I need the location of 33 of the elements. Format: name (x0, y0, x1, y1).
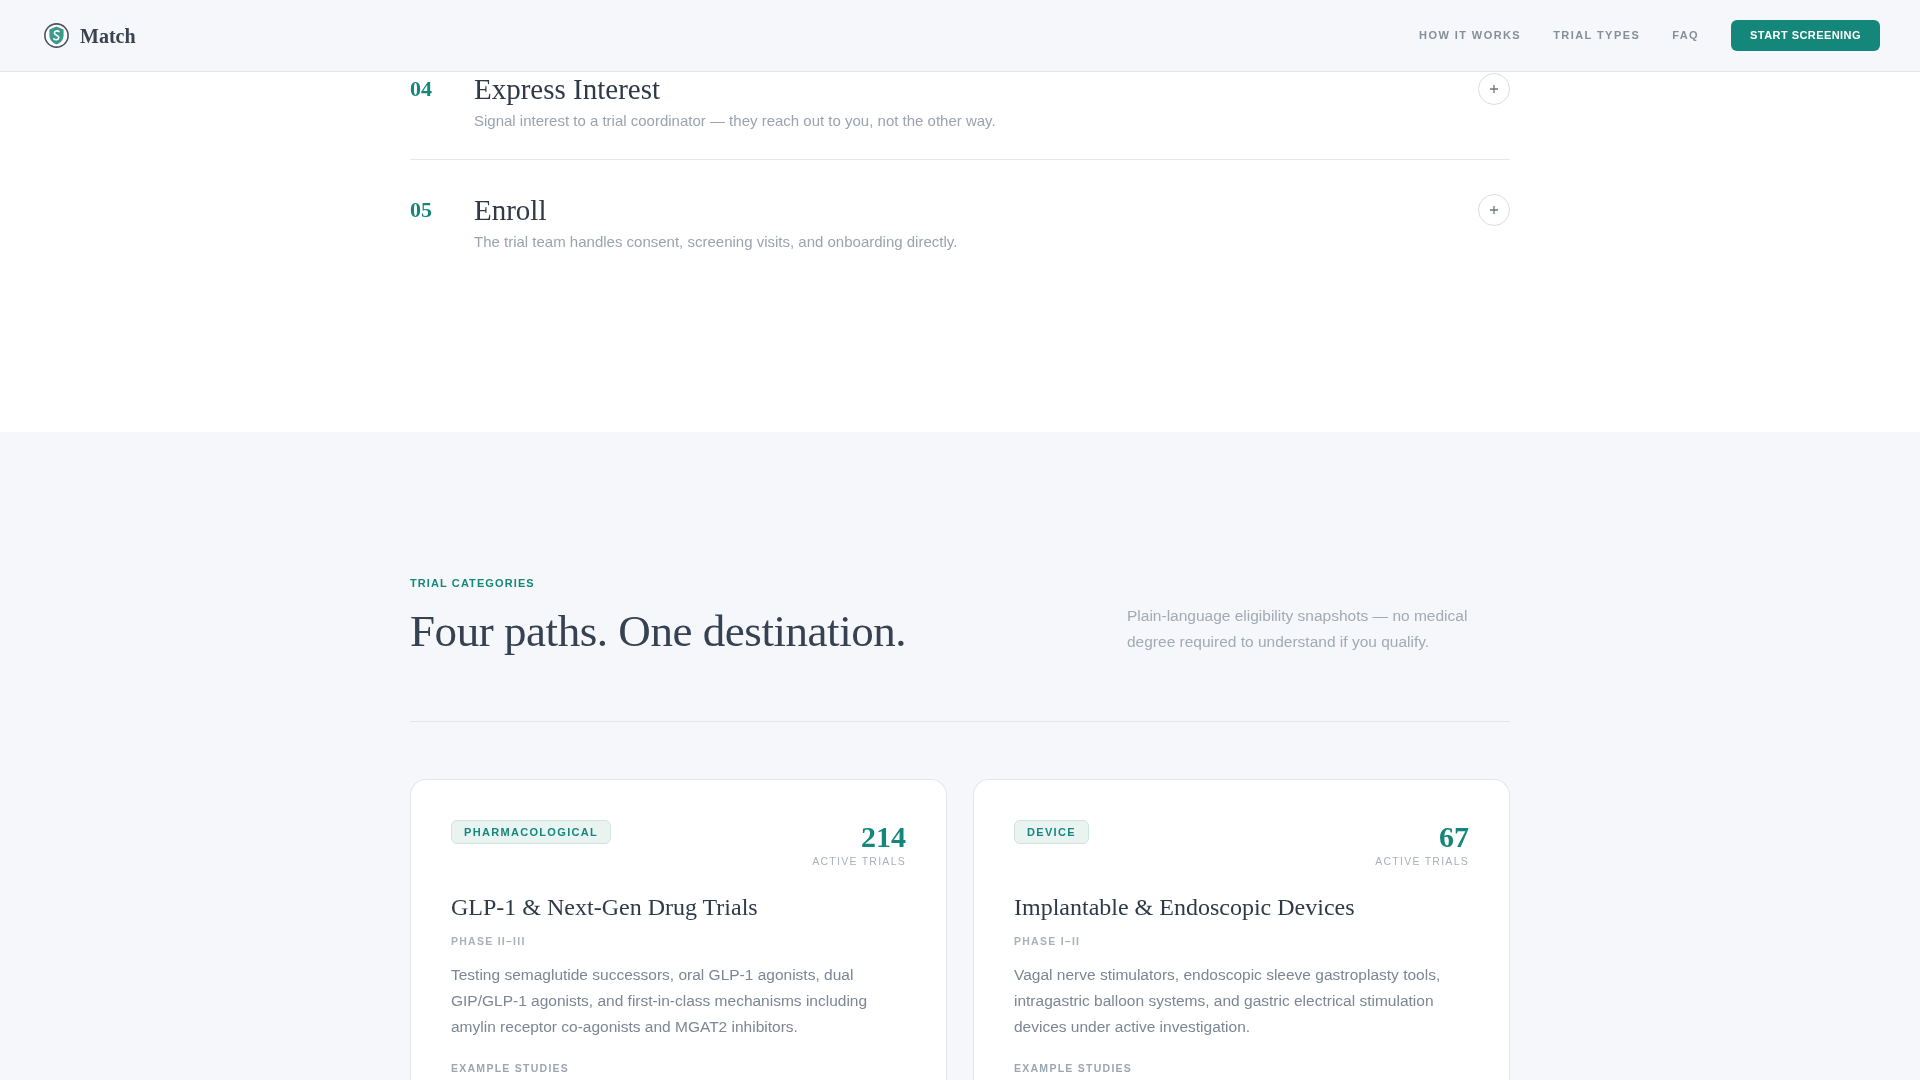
nav-link[interactable]: TRIAL TYPES (1553, 27, 1641, 44)
examples-label: EXAMPLE STUDIES (451, 1061, 571, 1075)
card-title: GLP-1 & Next-Gen Drug Trials (451, 893, 759, 922)
step-number: 05 (410, 196, 433, 224)
examples-label: EXAMPLE STUDIES (1014, 1061, 1134, 1075)
step-description: Signal interest to a trial coordinator — they reach out to you, not the other way. (474, 111, 997, 131)
expand-button[interactable] (1478, 73, 1510, 105)
step-title: Express Interest (474, 73, 662, 105)
expand-button[interactable] (1478, 194, 1510, 226)
section-heading: Four paths. One destination. (410, 607, 907, 655)
start-screening-button[interactable]: START SCREENING (1731, 20, 1880, 51)
phase-label: PHASE II–III (451, 934, 527, 948)
card-description: Vagal nerve stimulators, endoscopic sleeve gastroplasty tools, intragastric balloon systems, and gastric electrical stimulation devices under active investigation. (1014, 965, 1442, 1037)
trial-count: 214 (860, 822, 906, 852)
phase-label: PHASE I–II (1014, 934, 1082, 948)
count-label: ACTIVE TRIALS (1375, 854, 1469, 868)
step-title: Enroll (474, 194, 548, 226)
shield-logo-icon (44, 23, 69, 48)
count-label: ACTIVE TRIALS (812, 854, 906, 868)
section-intro: Plain-language eligibility snapshots — no medical degree required to understand if you qualify. (1127, 606, 1469, 652)
category-tag: PHARMACOLOGICAL (451, 820, 612, 844)
section-eyebrow: TRIAL CATEGORIES (410, 576, 536, 590)
plus-icon (1489, 84, 1499, 94)
nav-link[interactable]: HOW IT WORKS (1419, 27, 1522, 44)
card-description: Testing semaglutide successors, oral GLP-1 agonists, dual GIP/GLP-1 agonists, and first-in-class mechanisms including amylin receptor co-agonists and MGAT2 inhibitors. (451, 965, 869, 1037)
trial-count: 67 (1438, 822, 1469, 852)
brand-link[interactable]: Match (44, 20, 136, 51)
nav-link[interactable]: FAQ (1672, 27, 1700, 44)
card-title: Implantable & Endoscopic Devices (1014, 893, 1356, 922)
step-number: 04 (410, 75, 433, 103)
plus-icon (1489, 205, 1499, 215)
step-description: The trial team handles consent, screening visits, and onboarding directly. (474, 232, 959, 252)
category-tag: DEVICE (1014, 820, 1089, 844)
